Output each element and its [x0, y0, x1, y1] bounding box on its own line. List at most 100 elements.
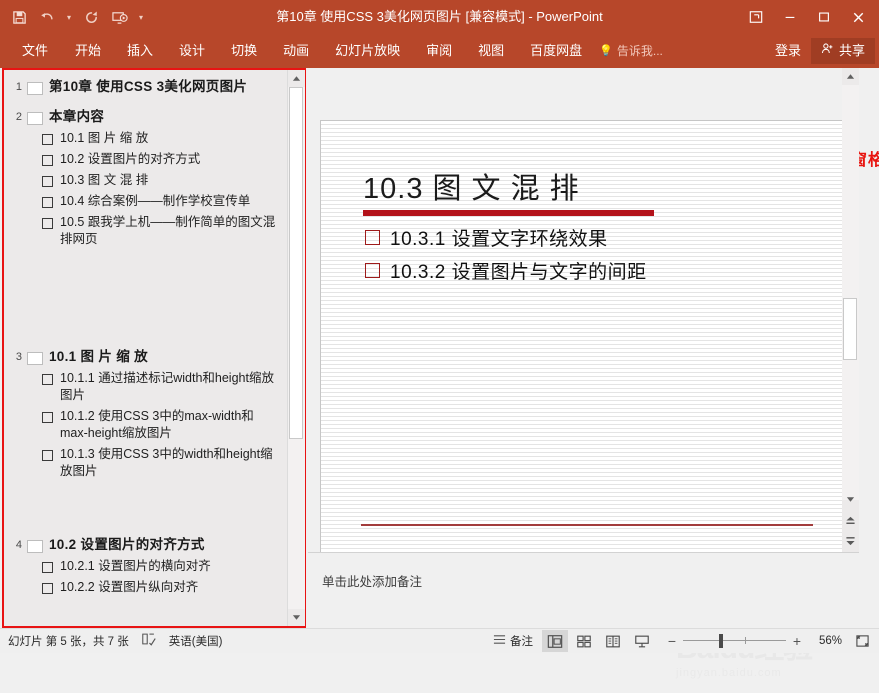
outline-bullet-row[interactable]: 10.2 设置图片的对齐方式	[4, 149, 287, 170]
slide-thumb-icon[interactable]	[27, 112, 43, 125]
slide-bullet-item[interactable]: 10.3.1 设置文字环绕效果	[365, 224, 795, 251]
ribbon-tab-bar: 文件 开始 插入 设计 切换 动画 幻灯片放映 审阅 视图 百度网盘 💡 告诉我…	[0, 34, 879, 68]
outline-pane[interactable]: 1 第10章 使用CSS 3美化网页图片 2 本章内容 10.1 图 片 缩 放	[2, 68, 306, 628]
slide-thumb-icon[interactable]	[27, 540, 43, 553]
undo-dropdown-icon[interactable]: ▾	[62, 4, 76, 30]
slide-canvas[interactable]: 10.3 图 文 混 排 10.3.1 设置文字环绕效果 10.3.2 设置图片…	[320, 120, 851, 557]
outline-bullet-text[interactable]: 10.2 设置图片的对齐方式	[60, 151, 287, 168]
outline-slide-title[interactable]: 10.2 设置图片的对齐方式	[49, 536, 287, 554]
quick-access-toolbar: ▾ ▾	[6, 0, 148, 34]
slideshow-view-icon[interactable]	[629, 630, 655, 652]
outline-slide-row[interactable]: 4 10.2 设置图片的对齐方式	[4, 534, 287, 556]
notes-placeholder[interactable]: 单击此处添加备注	[322, 571, 422, 590]
zoom-in-button[interactable]: +	[791, 633, 803, 649]
outline-bullet-row[interactable]: 10.2.1 设置图片的横向对齐	[4, 556, 287, 577]
minimize-icon[interactable]	[773, 2, 807, 32]
tab-slideshow[interactable]: 幻灯片放映	[322, 34, 413, 68]
outline-scroll-thumb[interactable]	[289, 87, 303, 439]
outline-bullet-row[interactable]: 10.2.2 设置图片纵向对齐	[4, 577, 287, 598]
outline-bullet-text[interactable]: 10.1 图 片 缩 放	[60, 130, 287, 147]
tab-insert[interactable]: 插入	[114, 34, 166, 68]
outline-bullet-text[interactable]: 10.5 跟我学上机——制作简单的图文混排网页	[60, 214, 287, 248]
outline-scroll-track[interactable]	[288, 87, 305, 609]
square-bullet-icon	[42, 374, 53, 385]
start-slideshow-icon[interactable]	[106, 4, 132, 30]
tab-design[interactable]: 设计	[166, 34, 218, 68]
slide-scroll-track[interactable]	[842, 85, 859, 500]
square-bullet-icon	[42, 197, 53, 208]
outline-slide-title[interactable]: 第10章 使用CSS 3美化网页图片	[49, 78, 287, 96]
outline-bullet-text[interactable]: 10.1.2 使用CSS 3中的max-width和max-height缩放图片	[60, 408, 287, 442]
slide-bullet-item[interactable]: 10.3.2 设置图片与文字的间距	[365, 257, 795, 284]
notes-pane[interactable]: 单击此处添加备注	[308, 553, 859, 628]
outline-bullet-text[interactable]: 10.3 图 文 混 排	[60, 172, 287, 189]
watermark-sub-text: jingyan.baidu.com	[676, 667, 782, 679]
outline-slide-title[interactable]: 10.1 图 片 缩 放	[49, 348, 287, 366]
outline-slide-row[interactable]: 3 10.1 图 片 缩 放	[4, 346, 287, 368]
tab-animations[interactable]: 动画	[270, 34, 322, 68]
next-slide-button[interactable]	[842, 532, 859, 549]
fit-slide-to-window-icon[interactable]	[851, 630, 873, 652]
slide-title[interactable]: 10.3 图 文 混 排	[363, 165, 580, 207]
outline-bullet-row[interactable]: 10.1.2 使用CSS 3中的max-width和max-height缩放图片	[4, 406, 287, 444]
tab-review[interactable]: 审阅	[413, 34, 465, 68]
outline-bullet-row[interactable]: 10.4 综合案例——制作学校宣传单	[4, 191, 287, 212]
ribbon-display-options-icon[interactable]	[739, 2, 773, 32]
customize-qat-icon[interactable]: ▾	[134, 4, 148, 30]
tab-baidu-netdisk[interactable]: 百度网盘	[517, 34, 595, 68]
zoom-out-button[interactable]: −	[666, 633, 678, 649]
outline-bullet-text[interactable]: 10.2.1 设置图片的横向对齐	[60, 558, 287, 575]
outline-bullet-row[interactable]: 10.1.3 使用CSS 3中的width和height缩放图片	[4, 444, 287, 482]
reading-view-icon[interactable]	[600, 630, 626, 652]
close-icon[interactable]	[841, 2, 875, 32]
previous-slide-button[interactable]	[842, 512, 859, 529]
square-bullet-icon	[42, 450, 53, 461]
spell-check-icon[interactable]	[141, 632, 157, 651]
outline-bullet-row[interactable]: 10.1.1 通过描述标记width和height缩放图片	[4, 368, 287, 406]
outline-slide-number: 4	[15, 539, 22, 551]
outline-bullet-text[interactable]: 10.2.2 设置图片纵向对齐	[60, 579, 287, 596]
scroll-up-icon[interactable]	[842, 68, 859, 85]
slide-scrollbar[interactable]	[842, 68, 859, 552]
tab-view[interactable]: 视图	[465, 34, 517, 68]
redo-icon[interactable]	[78, 4, 104, 30]
zoom-percentage[interactable]: 56%	[808, 635, 842, 647]
scroll-up-icon[interactable]	[288, 70, 305, 87]
outline-slide-number: 2	[15, 111, 22, 123]
save-icon[interactable]	[6, 4, 32, 30]
tell-me-label: 告诉我...	[616, 44, 663, 58]
outline-slide-number: 1	[15, 81, 22, 93]
zoom-slider[interactable]	[683, 633, 786, 649]
slide-title-underline	[363, 210, 654, 216]
outline-bullet-text[interactable]: 10.1.1 通过描述标记width和height缩放图片	[60, 370, 287, 404]
tab-home[interactable]: 开始	[62, 34, 114, 68]
slide-thumb-icon[interactable]	[27, 82, 43, 95]
tab-file[interactable]: 文件	[8, 34, 62, 68]
scroll-down-icon[interactable]	[288, 609, 305, 626]
outline-slide-title[interactable]: 本章内容	[49, 108, 287, 126]
outline-scrollbar[interactable]	[287, 70, 305, 626]
outline-bullet-row[interactable]: 10.1 图 片 缩 放	[4, 128, 287, 149]
outline-bullet-text[interactable]: 10.1.3 使用CSS 3中的width和height缩放图片	[60, 446, 287, 480]
outline-slide-row[interactable]: 1 第10章 使用CSS 3美化网页图片	[4, 76, 287, 98]
undo-icon[interactable]	[34, 4, 60, 30]
scroll-down-icon[interactable]	[842, 491, 859, 508]
tab-transitions[interactable]: 切换	[218, 34, 270, 68]
share-button[interactable]: 共享	[810, 38, 875, 64]
outline-slide-row[interactable]: 2 本章内容	[4, 106, 287, 128]
maximize-icon[interactable]	[807, 2, 841, 32]
outline-bullet-row[interactable]: 10.5 跟我学上机——制作简单的图文混排网页	[4, 212, 287, 250]
notes-toggle-button[interactable]: 备注	[487, 630, 539, 652]
normal-view-icon[interactable]	[542, 630, 568, 652]
slide-sorter-view-icon[interactable]	[571, 630, 597, 652]
tell-me-search[interactable]: 💡 告诉我...	[595, 34, 669, 68]
zoom-slider-handle[interactable]	[719, 634, 723, 648]
slide-thumb-icon[interactable]	[27, 352, 43, 365]
outline-bullet-text[interactable]: 10.4 综合案例——制作学校宣传单	[60, 193, 287, 210]
sign-in-button[interactable]: 登录	[765, 34, 811, 68]
slide-counter[interactable]: 幻灯片 第 5 张，共 7 张	[8, 633, 129, 649]
slide-scroll-thumb[interactable]	[843, 298, 857, 360]
slide-bullet-list[interactable]: 10.3.1 设置文字环绕效果 10.3.2 设置图片与文字的间距	[365, 224, 795, 290]
outline-bullet-row[interactable]: 10.3 图 文 混 排	[4, 170, 287, 191]
language-indicator[interactable]: 英语(美国)	[169, 633, 223, 649]
